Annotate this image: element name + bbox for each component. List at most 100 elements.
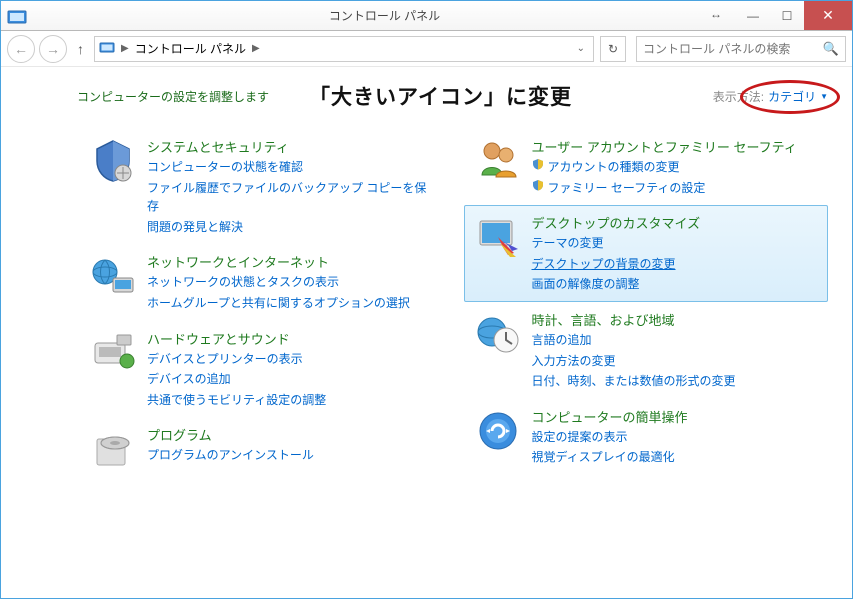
category-sublink[interactable]: デスクトップの背景の変更 (532, 255, 701, 274)
category-item: ハードウェアとサウンドデバイスとプリンターの表示デバイスの追加共通で使うモビリテ… (79, 321, 444, 418)
category-body: デスクトップのカスタマイズテーマの変更デスクトップの背景の変更画面の解像度の調整 (532, 213, 701, 294)
sublink-text[interactable]: 共通で使うモビリティ設定の調整 (147, 391, 326, 410)
annotation-text: 「大きいアイコン」に変更 (309, 81, 572, 111)
search-icon[interactable]: 🔍 (823, 41, 839, 57)
sublink-text[interactable]: 設定の提案の表示 (532, 428, 628, 447)
sublink-text[interactable]: デバイスの追加 (147, 370, 231, 389)
sublink-text[interactable]: ホームグループと共有に関するオプションの選択 (147, 294, 410, 313)
titlebar: コントロール パネル ↔ — ☐ ✕ (1, 1, 852, 31)
category-item: ネットワークとインターネットネットワークの状態とタスクの表示ホームグループと共有… (79, 244, 444, 320)
category-sublink[interactable]: 問題の発見と解決 (147, 218, 434, 237)
category-item: ユーザー アカウントとファミリー セーフティアカウントの種類の変更ファミリー セ… (464, 129, 829, 205)
sublink-text[interactable]: ファイル履歴でファイルのバックアップ コピーを保存 (147, 179, 434, 216)
category-sublink[interactable]: デバイスとプリンターの表示 (147, 350, 326, 369)
category-body: 時計、言語、および地域言語の追加入力方法の変更日付、時刻、または数値の形式の変更 (532, 310, 736, 391)
sublink-text[interactable]: テーマの変更 (532, 234, 604, 253)
chevron-right-icon: ▶ (121, 43, 129, 54)
breadcrumb[interactable]: コントロール パネル (135, 40, 246, 57)
sublink-text[interactable]: アカウントの種類の変更 (548, 158, 680, 177)
sublink-text[interactable]: デスクトップの背景の変更 (532, 255, 676, 274)
clock-icon[interactable] (474, 310, 522, 358)
category-sublink[interactable]: 視覚ディスプレイの最適化 (532, 448, 688, 467)
network-icon[interactable] (89, 252, 137, 300)
category-body: プログラムプログラムのアンインストール (147, 425, 314, 473)
sublink-text[interactable]: 問題の発見と解決 (147, 218, 243, 237)
category-title[interactable]: ユーザー アカウントとファミリー セーフティ (532, 137, 797, 156)
resize-handle-icon[interactable]: ↔ (710, 7, 722, 21)
sublink-text[interactable]: 言語の追加 (532, 331, 592, 350)
chevron-down-icon[interactable]: ▼ (820, 92, 828, 101)
minimize-button[interactable]: — (736, 1, 770, 30)
address-icon (99, 40, 115, 57)
category-title[interactable]: ハードウェアとサウンド (147, 329, 326, 348)
sublink-text[interactable]: ファミリー セーフティの設定 (548, 179, 706, 198)
sublink-text[interactable]: 視覚ディスプレイの最適化 (532, 448, 675, 467)
system-icon[interactable] (89, 137, 137, 185)
right-column: ユーザー アカウントとファミリー セーフティアカウントの種類の変更ファミリー セ… (464, 129, 829, 481)
category-sublink[interactable]: テーマの変更 (532, 234, 701, 253)
heading-row: コンピューターの設定を調整します 「大きいアイコン」に変更 表示方法: カテゴリ… (77, 81, 828, 111)
category-title[interactable]: コンピューターの簡単操作 (532, 407, 688, 426)
category-sublink[interactable]: コンピューターの状態を確認 (147, 158, 434, 177)
category-body: システムとセキュリティコンピューターの状態を確認ファイル履歴でファイルのバックア… (147, 137, 434, 236)
category-item: プログラムプログラムのアンインストール (79, 417, 444, 481)
up-button[interactable]: ↑ (71, 41, 90, 57)
category-title[interactable]: プログラム (147, 425, 314, 444)
category-title[interactable]: ネットワークとインターネット (147, 252, 410, 271)
category-item: システムとセキュリティコンピューターの状態を確認ファイル履歴でファイルのバックア… (79, 129, 444, 244)
sublink-text[interactable]: ネットワークの状態とタスクの表示 (147, 273, 339, 292)
category-body: ハードウェアとサウンドデバイスとプリンターの表示デバイスの追加共通で使うモビリテ… (147, 329, 326, 410)
left-column: システムとセキュリティコンピューターの状態を確認ファイル履歴でファイルのバックア… (79, 129, 444, 481)
category-sublink[interactable]: ファミリー セーフティの設定 (532, 179, 797, 198)
sublink-text[interactable]: 日付、時刻、または数値の形式の変更 (532, 372, 736, 391)
shield-icon (532, 158, 544, 176)
category-title[interactable]: システムとセキュリティ (147, 137, 434, 156)
category-columns: システムとセキュリティコンピューターの状態を確認ファイル履歴でファイルのバックア… (79, 129, 828, 481)
view-by: 表示方法: カテゴリ ▼ (713, 88, 828, 105)
desktop-icon[interactable] (474, 213, 522, 261)
sublink-text[interactable]: 入力方法の変更 (532, 352, 616, 371)
category-sublink[interactable]: ファイル履歴でファイルのバックアップ コピーを保存 (147, 179, 434, 216)
forward-button[interactable]: → (39, 35, 67, 63)
hardware-icon[interactable] (89, 329, 137, 377)
close-button[interactable]: ✕ (804, 1, 852, 30)
category-body: コンピューターの簡単操作設定の提案の表示視覚ディスプレイの最適化 (532, 407, 688, 467)
category-sublink[interactable]: アカウントの種類の変更 (532, 158, 797, 177)
category-sublink[interactable]: 設定の提案の表示 (532, 428, 688, 447)
category-sublink[interactable]: デバイスの追加 (147, 370, 326, 389)
window-title: コントロール パネル (33, 7, 736, 24)
shield-icon (532, 179, 544, 197)
category-sublink[interactable]: ネットワークの状態とタスクの表示 (147, 273, 410, 292)
category-body: ユーザー アカウントとファミリー セーフティアカウントの種類の変更ファミリー セ… (532, 137, 797, 197)
ease-icon[interactable] (474, 407, 522, 455)
category-item: 時計、言語、および地域言語の追加入力方法の変更日付、時刻、または数値の形式の変更 (464, 302, 829, 399)
refresh-button[interactable]: ↻ (600, 36, 626, 62)
address-bar[interactable]: ▶ コントロール パネル ▶ ⌄ (94, 36, 594, 62)
search-input[interactable] (643, 42, 839, 56)
control-panel-icon (7, 7, 27, 25)
search-box[interactable]: 🔍 (636, 36, 846, 62)
back-button[interactable]: ← (7, 35, 35, 63)
navbar: ← → ↑ ▶ コントロール パネル ▶ ⌄ ↻ 🔍 (1, 31, 852, 67)
category-sublink[interactable]: 入力方法の変更 (532, 352, 736, 371)
address-dropdown-icon[interactable]: ⌄ (573, 43, 589, 54)
chevron-right-icon[interactable]: ▶ (252, 43, 260, 54)
sublink-text[interactable]: コンピューターの状態を確認 (147, 158, 303, 177)
sublink-text[interactable]: 画面の解像度の調整 (532, 275, 640, 294)
programs-icon[interactable] (89, 425, 137, 473)
category-sublink[interactable]: 画面の解像度の調整 (532, 275, 701, 294)
category-sublink[interactable]: プログラムのアンインストール (147, 446, 314, 465)
category-sublink[interactable]: 共通で使うモビリティ設定の調整 (147, 391, 326, 410)
sublink-text[interactable]: プログラムのアンインストール (147, 446, 314, 465)
category-item: デスクトップのカスタマイズテーマの変更デスクトップの背景の変更画面の解像度の調整 (464, 205, 829, 302)
category-sublink[interactable]: 言語の追加 (532, 331, 736, 350)
user-icon[interactable] (474, 137, 522, 185)
sublink-text[interactable]: デバイスとプリンターの表示 (147, 350, 303, 369)
maximize-button[interactable]: ☐ (770, 1, 804, 30)
category-body: ネットワークとインターネットネットワークの状態とタスクの表示ホームグループと共有… (147, 252, 410, 312)
category-title[interactable]: デスクトップのカスタマイズ (532, 213, 701, 232)
category-sublink[interactable]: 日付、時刻、または数値の形式の変更 (532, 372, 736, 391)
view-by-value[interactable]: カテゴリ (768, 88, 816, 105)
category-title[interactable]: 時計、言語、および地域 (532, 310, 736, 329)
category-sublink[interactable]: ホームグループと共有に関するオプションの選択 (147, 294, 410, 313)
